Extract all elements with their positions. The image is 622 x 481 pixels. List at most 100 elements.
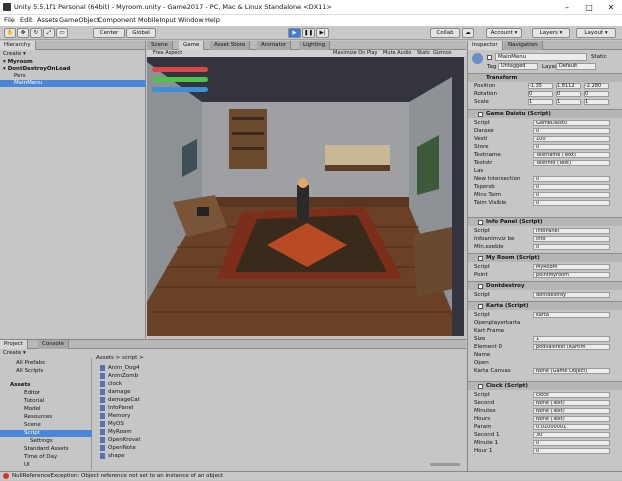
position-y[interactable]: 1.8112	[556, 83, 581, 89]
rotation-x[interactable]: 0	[528, 91, 553, 97]
layout-dropdown[interactable]: Layout ▾	[576, 28, 616, 38]
gizmos-button[interactable]: Gizmos	[433, 50, 451, 57]
file-item[interactable]: MyOS	[100, 420, 124, 428]
favorite-all-prefabs[interactable]: All Prefabs	[16, 360, 45, 367]
transform-header[interactable]: Transform	[468, 73, 622, 82]
menu-mobileinput[interactable]: MobileInput	[138, 16, 176, 24]
mute-audio[interactable]: Mute Audio	[383, 50, 411, 57]
file-item[interactable]: OpenKrovat	[100, 436, 141, 444]
component-header[interactable]: Info Panel (Script)	[468, 217, 622, 226]
field-value[interactable]: pointMyroom	[533, 272, 610, 278]
field-value[interactable]: karta	[533, 312, 610, 318]
account-dropdown[interactable]: Account ▾	[486, 28, 522, 38]
menu-file[interactable]: File	[4, 16, 15, 24]
global-button[interactable]: Global	[126, 28, 156, 38]
tab-console[interactable]: Console	[38, 340, 69, 349]
field-value[interactable]: None (Text)	[533, 416, 610, 422]
tree-model[interactable]: Model	[24, 406, 41, 413]
field-value[interactable]: Textname (Text)	[533, 152, 610, 158]
component-header[interactable]: Clock (Script)	[468, 381, 622, 390]
menu-help[interactable]: Help	[205, 16, 220, 24]
tree-editor[interactable]: Editor	[24, 390, 40, 397]
scale-y[interactable]: 1	[556, 99, 581, 105]
scene-dontdestroyonload[interactable]: ▾ DontDestroyOnLoad	[3, 66, 145, 73]
menu-window[interactable]: Window	[178, 16, 204, 24]
menu-assets[interactable]: Assets	[37, 16, 58, 24]
layers-dropdown[interactable]: Layers ▾	[532, 28, 570, 38]
file-item[interactable]: damage	[100, 388, 130, 396]
icon-size-slider[interactable]	[430, 463, 460, 466]
file-item[interactable]: MyRoom	[100, 428, 132, 436]
tab-project[interactable]: Project	[0, 340, 28, 349]
tree-standard-assets[interactable]: Standard Assets	[24, 446, 69, 453]
game-view[interactable]	[147, 57, 464, 336]
file-item[interactable]: Anim_Dog4	[100, 364, 139, 372]
layer-dropdown[interactable]: Default	[556, 63, 596, 70]
object-name-field[interactable]: MainMenu	[495, 53, 587, 61]
scene-myroom[interactable]: ▾ Myroom	[3, 59, 145, 66]
field-value[interactable]: 100	[533, 136, 610, 142]
tree-script[interactable]: Script	[0, 430, 92, 437]
rotation-y[interactable]: 0	[556, 91, 581, 97]
rect-tool-icon[interactable]: ▭	[56, 28, 68, 38]
hand-tool-icon[interactable]: ✋	[4, 28, 16, 38]
collab-button[interactable]: Collab	[430, 28, 460, 38]
field-value[interactable]: 0	[533, 200, 610, 206]
scale-x[interactable]: 1	[528, 99, 553, 105]
field-value[interactable]: None (Text)	[533, 400, 610, 406]
field-value[interactable]: GameDaistu	[533, 120, 610, 126]
field-value[interactable]: 0	[533, 176, 610, 182]
hierarchy-create[interactable]: Create ▾	[3, 51, 26, 58]
tree-time-of-day[interactable]: Time of Day	[24, 454, 57, 461]
hierarchy-item-mainmenu[interactable]: MainMenu	[0, 80, 146, 87]
tab-animator[interactable]: Animator	[257, 41, 292, 50]
file-item[interactable]: damageCat	[100, 396, 140, 404]
move-tool-icon[interactable]: ✥	[17, 28, 29, 38]
scale-tool-icon[interactable]: ⤢	[43, 28, 55, 38]
field-value[interactable]: 0.01000001	[533, 424, 610, 430]
maximize-button[interactable]: □	[578, 0, 600, 15]
tab-asset-store[interactable]: Asset Store	[210, 41, 251, 50]
field-value[interactable]: 0	[533, 192, 610, 198]
component-header[interactable]: Karta (Script)	[468, 301, 622, 310]
field-value[interactable]: InfoPanel	[533, 228, 610, 234]
field-value[interactable]: 0	[533, 184, 610, 190]
menu-edit[interactable]: Edit	[20, 16, 33, 24]
tree-resources[interactable]: Resources	[24, 414, 52, 421]
minimize-button[interactable]: –	[556, 0, 578, 15]
tree-settings[interactable]: Settings	[30, 438, 53, 445]
display-dropdown[interactable]: Free Aspect	[153, 50, 182, 57]
pause-button[interactable]: ❚❚	[302, 28, 315, 38]
field-value[interactable]: 0	[533, 144, 610, 150]
pivot-center-button[interactable]: Center	[93, 28, 125, 38]
field-value[interactable]: clock	[533, 392, 610, 398]
tab-navigation[interactable]: Navigation	[504, 41, 543, 50]
menu-component[interactable]: Component	[98, 16, 136, 24]
file-item[interactable]: shape	[100, 452, 125, 460]
project-create[interactable]: Create ▾	[3, 350, 26, 357]
field-value[interactable]: None (Game Object)	[533, 368, 610, 374]
tab-game[interactable]: Game	[179, 41, 205, 50]
field-value[interactable]: podvalkrest (KartIm	[533, 344, 610, 350]
static-toggle[interactable]: Static	[591, 54, 607, 60]
field-value[interactable]: 0	[533, 440, 610, 446]
stats-button[interactable]: Stats	[417, 50, 430, 57]
rotate-tool-icon[interactable]: ↻	[30, 28, 42, 38]
active-checkbox[interactable]	[487, 55, 492, 60]
tree-assets[interactable]: Assets	[10, 382, 30, 389]
status-bar[interactable]: NullReferenceException: Object reference…	[0, 471, 622, 480]
field-value[interactable]: 1	[533, 336, 610, 342]
menu-gameobject[interactable]: GameObject	[59, 16, 100, 24]
play-button[interactable]: ▶	[288, 28, 301, 38]
position-x[interactable]: -1.35	[528, 83, 553, 89]
file-item[interactable]: InfoPanel	[100, 404, 133, 412]
tab-scene[interactable]: Scene	[147, 41, 173, 50]
file-item[interactable]: OpenNote	[100, 444, 136, 452]
tree-tutorial[interactable]: Tutorial	[24, 398, 44, 405]
file-item[interactable]: clock	[100, 380, 122, 388]
rotation-z[interactable]: 0	[584, 91, 609, 97]
field-value[interactable]: 0	[533, 244, 610, 250]
field-value[interactable]: info	[533, 236, 610, 242]
component-header[interactable]: My Room (Script)	[468, 253, 622, 262]
maximize-on-play[interactable]: Maximize On Play	[333, 50, 377, 57]
